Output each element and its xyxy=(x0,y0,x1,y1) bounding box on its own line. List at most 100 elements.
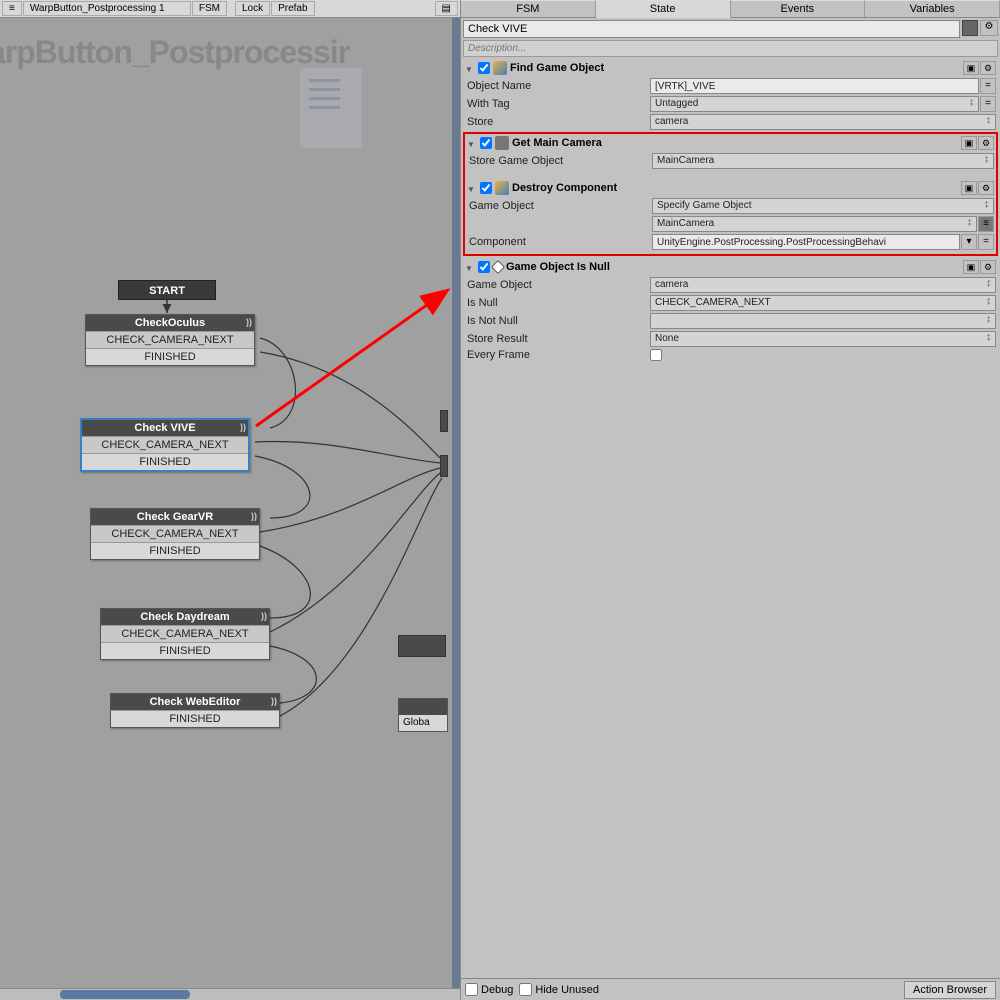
tab-variables[interactable]: Variables xyxy=(865,0,1000,17)
gameobject-dropdown[interactable]: camera xyxy=(650,277,996,293)
node-check-gearvr[interactable]: Check GearVR)) CHECK_CAMERA_NEXT FINISHE… xyxy=(90,508,260,560)
prefab-dropdown[interactable]: Prefab xyxy=(271,1,314,16)
action-title: Get Main Camera xyxy=(512,137,958,149)
prop-label: Store xyxy=(465,116,650,128)
action-enabled-checkbox[interactable] xyxy=(478,261,490,273)
graph-edges xyxy=(0,18,460,988)
node-check-daydream[interactable]: Check Daydream)) CHECK_CAMERA_NEXT FINIS… xyxy=(100,608,270,660)
action-destroy-component: Destroy Component ▣⚙ Game Object Specify… xyxy=(465,179,996,251)
fsm-dropdown[interactable]: FSM xyxy=(192,1,227,16)
variable-toggle-button[interactable]: = xyxy=(978,234,994,250)
isnotnull-dropdown[interactable] xyxy=(650,313,996,329)
actions-list: Find Game Object ▣⚙ Object Name = With T… xyxy=(461,59,1000,978)
help-button[interactable]: ▣ xyxy=(961,181,977,195)
help-button[interactable]: ▣ xyxy=(961,136,977,150)
component-field[interactable] xyxy=(652,234,960,250)
prop-label: Store Result xyxy=(465,333,650,345)
object-name-field[interactable] xyxy=(650,78,979,94)
left-toolbar: ≡ WarpButton_Postprocessing 1 FSM Lock P… xyxy=(0,0,460,18)
hideunused-label: Hide Unused xyxy=(535,984,599,996)
variable-toggle-button[interactable]: = xyxy=(980,78,996,94)
foldout-icon[interactable] xyxy=(467,183,477,193)
transition-row[interactable]: FINISHED xyxy=(111,710,279,727)
state-color-swatch[interactable] xyxy=(962,20,978,36)
node-title: Check WebEditor xyxy=(150,696,241,708)
action-menu-button[interactable]: ⚙ xyxy=(980,260,996,274)
everyframe-checkbox[interactable] xyxy=(650,349,662,361)
node-stub[interactable] xyxy=(440,455,448,477)
action-enabled-checkbox[interactable] xyxy=(480,182,492,194)
vertical-scrollbar[interactable] xyxy=(452,18,460,988)
inspector-tabs: FSM State Events Variables xyxy=(461,0,1000,18)
with-tag-dropdown[interactable]: Untagged xyxy=(650,96,979,112)
gameobject-value-dropdown[interactable]: MainCamera xyxy=(652,216,977,232)
foldout-icon[interactable] xyxy=(465,63,475,73)
transition-row[interactable]: FINISHED xyxy=(91,542,259,559)
dropdown-button[interactable]: ▾ xyxy=(961,234,977,250)
tab-events[interactable]: Events xyxy=(731,0,866,17)
node-check-webeditor[interactable]: Check WebEditor)) FINISHED xyxy=(110,693,280,728)
foldout-icon[interactable] xyxy=(467,138,477,148)
hideunused-checkbox-label[interactable]: Hide Unused xyxy=(519,983,599,996)
toolbar-menu-icon[interactable]: ≡ xyxy=(2,1,22,16)
watermark-icon xyxy=(300,68,362,148)
gameobject-dropdown[interactable]: Specify Game Object xyxy=(652,198,994,214)
foldout-icon[interactable] xyxy=(465,262,475,272)
node-checkoculus[interactable]: CheckOculus)) CHECK_CAMERA_NEXT FINISHED xyxy=(85,314,255,366)
description-input[interactable] xyxy=(463,40,998,57)
transition-row[interactable]: FINISHED xyxy=(101,642,269,659)
action-browser-button[interactable]: Action Browser xyxy=(904,981,996,999)
help-button[interactable]: ▣ xyxy=(963,61,979,75)
global-node[interactable]: Globa xyxy=(398,698,448,732)
beacon-icon: )) xyxy=(261,611,267,621)
gameobject-icon xyxy=(493,61,507,75)
action-menu-button[interactable]: ⚙ xyxy=(978,181,994,195)
node-check-vive[interactable]: Check VIVE)) CHECK_CAMERA_NEXT FINISHED xyxy=(80,418,250,472)
node-stub[interactable] xyxy=(398,635,446,657)
global-label: Globa xyxy=(399,715,447,730)
transition-row[interactable]: CHECK_CAMERA_NEXT xyxy=(101,625,269,642)
start-node[interactable]: START xyxy=(118,280,216,300)
action-menu-button[interactable]: ⚙ xyxy=(980,61,996,75)
action-title: Destroy Component xyxy=(512,182,958,194)
node-title: Check GearVR xyxy=(137,511,213,523)
transition-row[interactable]: CHECK_CAMERA_NEXT xyxy=(86,331,254,348)
transition-row[interactable]: FINISHED xyxy=(82,453,248,470)
tab-fsm[interactable]: FSM xyxy=(461,0,596,17)
highlighted-actions: Get Main Camera ▣⚙ Store Game Object Mai… xyxy=(463,132,998,256)
action-enabled-checkbox[interactable] xyxy=(478,62,490,74)
node-stub[interactable] xyxy=(440,410,448,432)
prop-label: Game Object xyxy=(467,200,652,212)
object-dropdown[interactable]: WarpButton_Postprocessing 1 xyxy=(23,1,191,16)
lock-button[interactable]: Lock xyxy=(235,1,270,16)
help-button[interactable]: ▣ xyxy=(963,260,979,274)
annotation-arrow xyxy=(250,278,460,438)
tab-state[interactable]: State xyxy=(596,0,731,18)
action-title: Game Object Is Null xyxy=(506,261,960,273)
store-dropdown[interactable]: camera xyxy=(650,114,996,130)
action-enabled-checkbox[interactable] xyxy=(480,137,492,149)
settings-gear-icon[interactable]: ⚙ xyxy=(980,20,998,36)
beacon-icon: )) xyxy=(246,317,252,327)
debug-checkbox-label[interactable]: Debug xyxy=(465,983,513,996)
scrollbar-thumb[interactable] xyxy=(60,990,190,999)
transition-row[interactable]: FINISHED xyxy=(86,348,254,365)
hideunused-checkbox[interactable] xyxy=(519,983,532,996)
action-gameobject-is-null: Game Object Is Null ▣⚙ Game Object camer… xyxy=(463,258,998,362)
graph-canvas[interactable]: arpButton_Postprocessir xyxy=(0,18,460,988)
transition-row[interactable]: CHECK_CAMERA_NEXT xyxy=(82,436,248,453)
horizontal-scrollbar[interactable] xyxy=(0,988,460,1000)
variable-toggle-button[interactable]: = xyxy=(980,96,996,112)
action-menu-button[interactable]: ⚙ xyxy=(978,136,994,150)
toolbar-right-icon[interactable]: ▤ xyxy=(435,1,458,16)
transition-row[interactable]: CHECK_CAMERA_NEXT xyxy=(91,525,259,542)
debug-checkbox[interactable] xyxy=(465,983,478,996)
isnull-dropdown[interactable]: CHECK_CAMERA_NEXT xyxy=(650,295,996,311)
storeresult-dropdown[interactable]: None xyxy=(650,331,996,347)
store-gameobject-dropdown[interactable]: MainCamera xyxy=(652,153,994,169)
node-title: Check VIVE xyxy=(134,422,195,434)
beacon-icon: )) xyxy=(240,422,246,432)
prop-label: With Tag xyxy=(465,98,650,110)
variable-toggle-button[interactable]: ≡ xyxy=(978,216,994,232)
state-name-input[interactable] xyxy=(463,20,960,38)
